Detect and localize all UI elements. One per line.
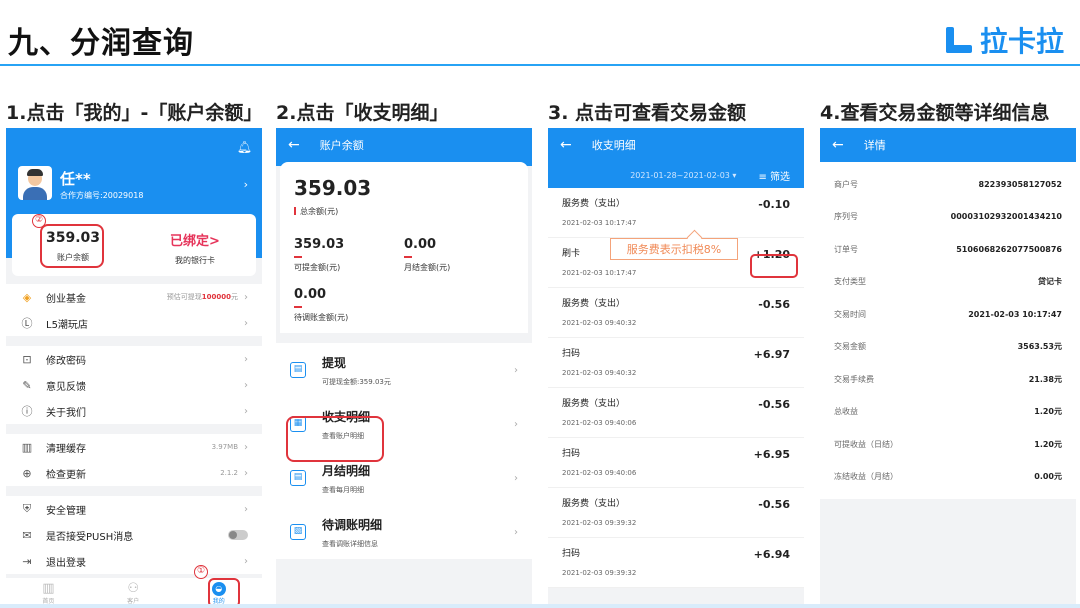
monthly-value: 0.00 bbox=[404, 237, 437, 252]
menu-item-fund[interactable]: ◈ 创业基金 预估可提现100000元 › bbox=[6, 284, 262, 310]
phone-screen-statement: ← 收支明细 2021-01-28~2021-02-03 ▾ ≡ 筛选 服务费（… bbox=[548, 128, 804, 608]
back-arrow-icon[interactable]: ← bbox=[560, 137, 572, 153]
tab-customers[interactable]: ⚇ 客户 bbox=[127, 581, 139, 605]
list-item[interactable]: 扫码 2021-02-03 09:40:32 +6.97 bbox=[548, 338, 804, 388]
partner-id: 合作方编号:20029018 bbox=[60, 191, 144, 200]
detail-row: 支付类型 贷记卡 bbox=[834, 277, 1062, 287]
bank-label: 我的银行卡 bbox=[175, 256, 215, 265]
menu-item-security[interactable]: ⛨ 安全管理 › bbox=[6, 496, 262, 522]
date-range-picker[interactable]: 2021-01-28~2021-02-03 ▾ bbox=[630, 171, 736, 180]
nav-bar: ← 账户余额 bbox=[276, 128, 532, 162]
monthly-icon: ▤ bbox=[290, 470, 306, 486]
list-item-withdraw[interactable]: ▤ 提现 可提现金额:359.03元 › bbox=[276, 343, 532, 397]
bottom-divider bbox=[0, 604, 1080, 608]
total-label: 总余额(元) bbox=[294, 206, 514, 217]
filter-bar: 2021-01-28~2021-02-03 ▾ ≡ 筛选 bbox=[548, 162, 804, 188]
menu-item-cache[interactable]: ▥ 清理缓存 3.97MB › bbox=[6, 434, 262, 460]
user-name: 任** bbox=[60, 170, 91, 188]
detail-row: 冻结收益（月结） 0.00元 bbox=[834, 472, 1062, 482]
phone-screen-detail: ← 详情 商户号 822393058127052 序列号 0000310293200… bbox=[820, 128, 1076, 608]
detail-row: 总收益 1.20元 bbox=[834, 407, 1062, 417]
step-label-1: 1.点击「我的」-「账户余额」 bbox=[6, 102, 263, 124]
nav-title: 详情 bbox=[863, 139, 886, 152]
step-marker-1: ① bbox=[194, 565, 208, 579]
menu-item-feedback[interactable]: ✎ 意见反馈 › bbox=[6, 372, 262, 398]
detail-row: 订单号 5106068262077500876 bbox=[834, 244, 1062, 254]
detail-row: 交易金额 3563.53元 bbox=[834, 342, 1062, 352]
avatar[interactable] bbox=[18, 166, 52, 200]
feedback-icon: ✎ bbox=[22, 378, 32, 392]
menu-item-push[interactable]: ✉ 是否接受PUSH消息 bbox=[6, 522, 262, 548]
trash-icon: ▥ bbox=[21, 440, 33, 454]
logo-mark-icon bbox=[944, 25, 974, 55]
menu-item-update[interactable]: ⊕ 检查更新 2.1.2 › bbox=[6, 460, 262, 486]
highlight-card-swipe-amount bbox=[750, 254, 798, 278]
menu-item-password[interactable]: ⊡ 修改密码 › bbox=[6, 346, 262, 372]
back-arrow-icon[interactable]: ← bbox=[288, 137, 300, 153]
about-icon: ⓘ bbox=[21, 405, 33, 418]
list-item[interactable]: 服务费（支出） 2021-02-03 09:40:06 -0.56 bbox=[548, 388, 804, 438]
slide-title: 九、分润查询 bbox=[8, 26, 194, 61]
logo-text: 拉卡拉 bbox=[979, 25, 1064, 58]
nav-title: 收支明细 bbox=[591, 139, 636, 152]
l5-icon: Ⓛ bbox=[21, 317, 33, 330]
title-divider bbox=[0, 64, 1080, 66]
menu-item-logout[interactable]: ⇥ 退出登录 › bbox=[6, 548, 262, 574]
menu-item-l5[interactable]: Ⓛ L5潮玩店 › bbox=[6, 310, 262, 336]
nav-title: 账户余额 bbox=[319, 139, 364, 152]
detail-row: 商户号 822393058127052 bbox=[834, 179, 1062, 189]
back-arrow-icon[interactable]: ← bbox=[832, 137, 844, 153]
filter-button[interactable]: ≡ 筛选 bbox=[758, 168, 790, 183]
lock-icon: ⊡ bbox=[22, 352, 32, 366]
lakala-logo: 拉卡拉 bbox=[944, 20, 1064, 60]
shield-icon: ⛨ bbox=[22, 502, 32, 515]
adjust-icon: ▧ bbox=[290, 524, 306, 540]
phone-screen-balance: ← 账户余额 359.03 总余额(元) 359.03 可提金额(元) 0.00 月… bbox=[276, 128, 532, 608]
users-icon: ⚇ bbox=[127, 581, 139, 596]
balance-panel: 359.03 总余额(元) 359.03 可提金额(元) 0.00 月结金额(元) … bbox=[280, 162, 528, 333]
detail-row: 交易时间 2021-02-03 10:17:47 bbox=[834, 309, 1062, 319]
list-item[interactable]: 扫码 2021-02-03 09:40:06 +6.95 bbox=[548, 438, 804, 488]
push-toggle[interactable] bbox=[228, 530, 248, 540]
list-item[interactable]: 服务费（支出） 2021-02-03 09:40:32 -0.56 bbox=[548, 288, 804, 338]
list-item[interactable]: 服务费（支出） 2021-02-03 09:39:32 -0.56 bbox=[548, 488, 804, 538]
highlight-statement bbox=[286, 416, 384, 462]
detail-row: 交易手续费 21.38元 bbox=[834, 374, 1062, 384]
nav-bar: ← 收支明细 bbox=[548, 128, 804, 162]
menu-item-about[interactable]: ⓘ 关于我们 › bbox=[6, 398, 262, 424]
update-icon: ⊕ bbox=[22, 466, 32, 480]
home-icon: ▥ bbox=[42, 581, 55, 596]
highlight-balance bbox=[40, 224, 104, 268]
bank-card-button[interactable]: 已绑定> 我的银行卡 bbox=[134, 214, 256, 276]
withdrawable-value: 359.03 bbox=[294, 237, 345, 252]
mail-icon: ✉ bbox=[22, 528, 32, 542]
coins-icon: ◈ bbox=[22, 290, 32, 304]
tab-home[interactable]: ▥ 首页 bbox=[42, 581, 54, 605]
pending-value: 0.00 bbox=[294, 287, 327, 302]
list-item[interactable]: 服务费（支出） 2021-02-03 10:17:47 -0.10 bbox=[548, 188, 804, 238]
detail-row: 序列号 00003102932001434210 bbox=[834, 212, 1062, 222]
logout-icon: ⇥ bbox=[22, 554, 32, 568]
step-label-2: 2.点击「收支明细」 bbox=[276, 102, 449, 124]
list-item[interactable]: 扫码 2021-02-03 09:39:32 +6.94 bbox=[548, 538, 804, 588]
bank-status: 已绑定> bbox=[170, 234, 220, 249]
chevron-right-icon[interactable]: › bbox=[244, 178, 248, 191]
step-marker-2: ② bbox=[32, 214, 46, 228]
detail-list: 商户号 822393058127052 序列号 000031029320014342… bbox=[820, 162, 1076, 499]
service-fee-note: 服务费表示扣税8% bbox=[610, 238, 738, 260]
detail-row: 可提收益（日结） 1.20元 bbox=[834, 439, 1062, 449]
step-label-3: 3. 点击可查看交易金额 bbox=[548, 102, 747, 124]
phone-screen-mine: 🔔︎ 任** 合作方编号:20029018 › 359.03 账户余额 已绑定>… bbox=[6, 128, 262, 608]
list-item-adjust[interactable]: ▧ 待调账明细 查看调账详细信息 › bbox=[276, 505, 532, 559]
step-label-4: 4.查看交易金额等详细信息 bbox=[820, 102, 1050, 124]
nav-bar: ← 详情 bbox=[820, 128, 1076, 162]
total-balance: 359.03 bbox=[294, 176, 372, 200]
mine-menu: ◈ 创业基金 预估可提现100000元 › Ⓛ L5潮玩店 › ⊡ 修改密码 › ✎ 意见反馈 ›… bbox=[6, 284, 262, 574]
bell-icon[interactable]: 🔔︎ bbox=[237, 140, 252, 154]
withdraw-icon: ▤ bbox=[290, 362, 306, 378]
